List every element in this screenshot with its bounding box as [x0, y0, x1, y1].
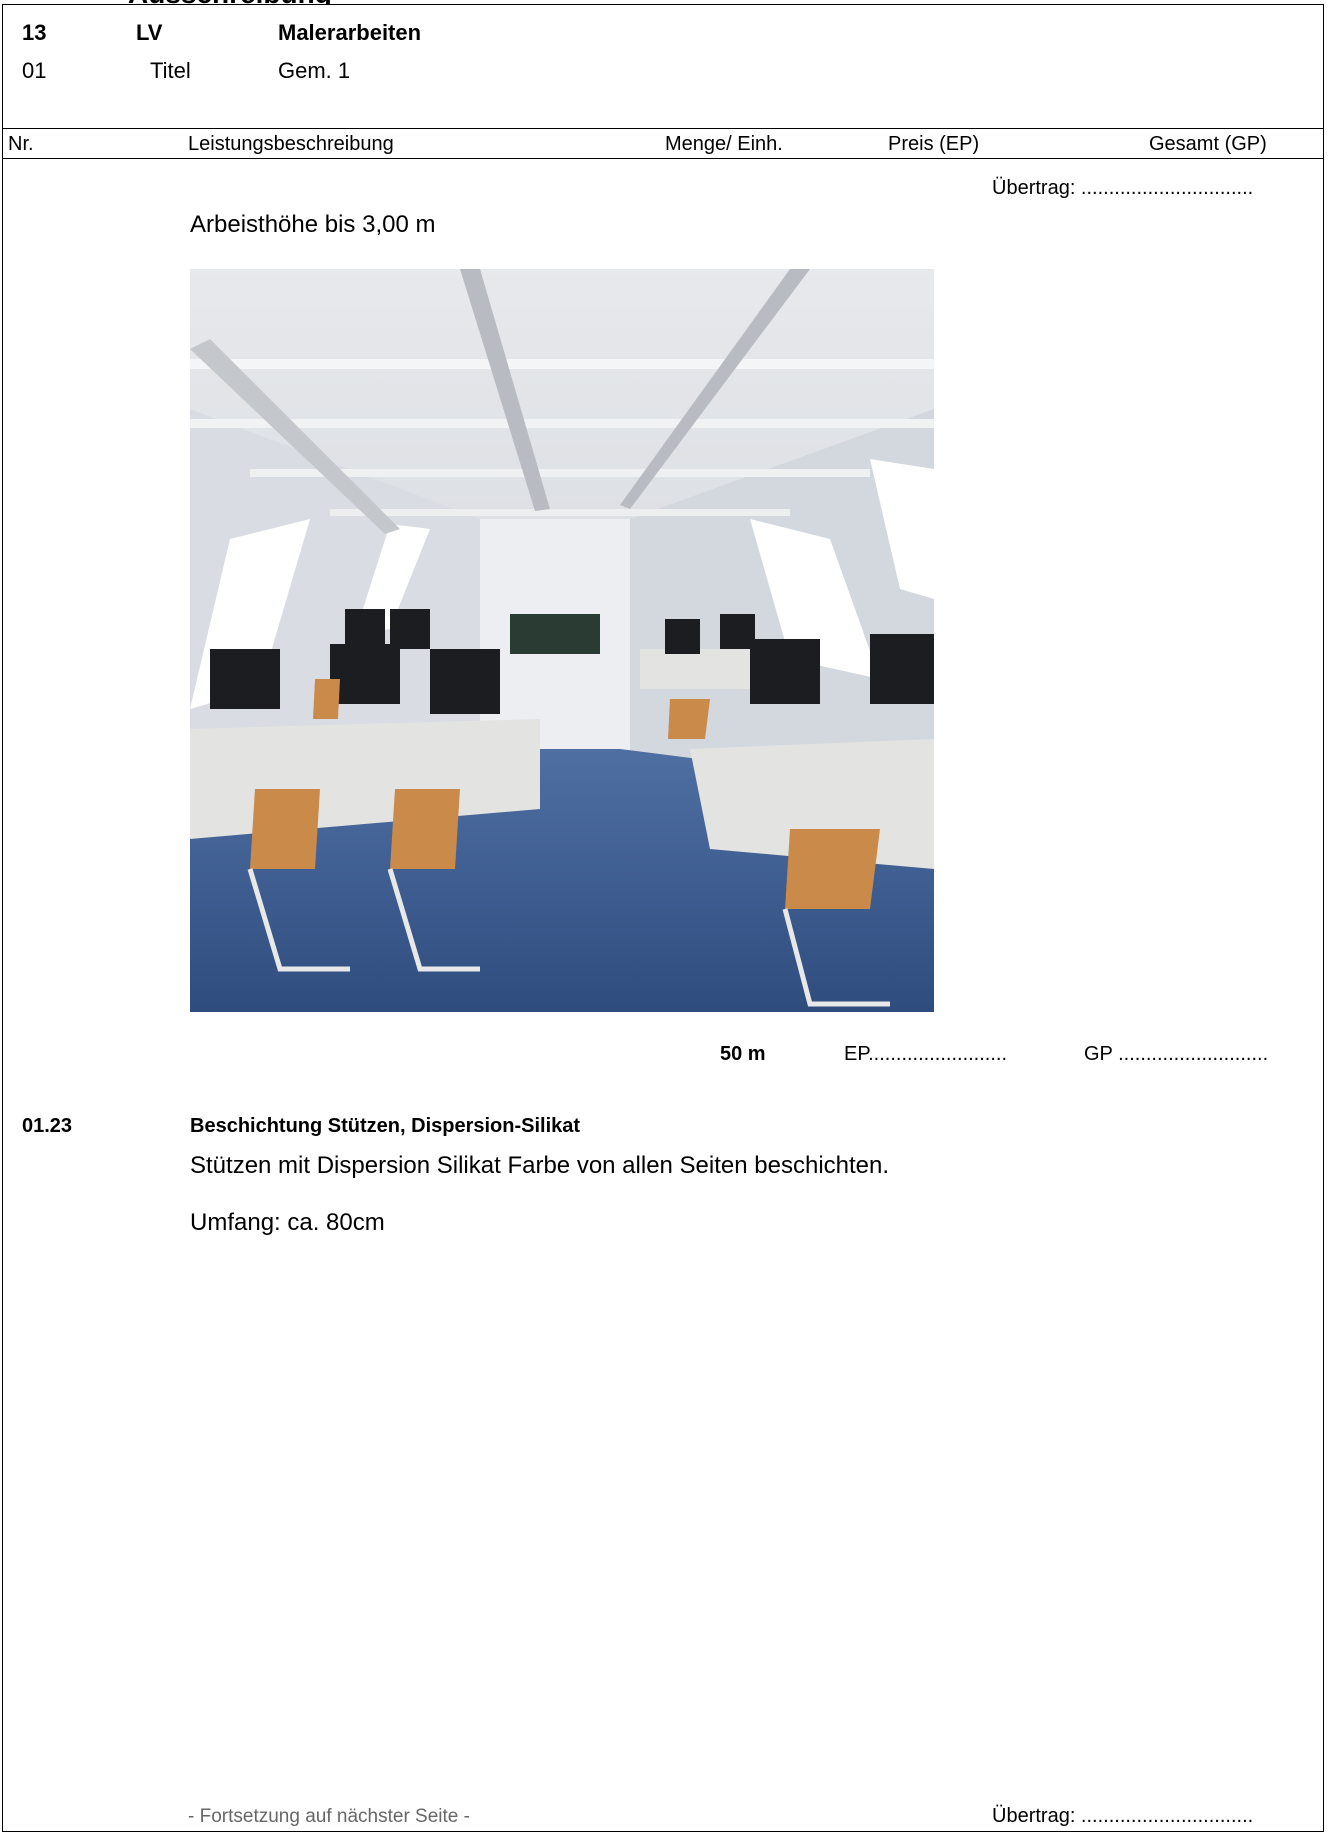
header-section-number: 13	[22, 20, 47, 45]
carry-over-bottom: Übertrag: ..............................…	[992, 1805, 1254, 1827]
header-divider-bottom	[2, 158, 1324, 159]
carry-over-top: Übertrag: ..............................…	[992, 177, 1254, 199]
position-quantity: 50 m	[720, 1043, 766, 1065]
header-title-name: Gem. 1	[278, 58, 351, 83]
position-scope: Umfang: ca. 80cm	[190, 1209, 385, 1236]
header-title-type: Titel	[150, 58, 191, 83]
position-total-price-line: GP ...........................	[1084, 1043, 1269, 1065]
position-note: Arbeisthöhe bis 3,00 m	[190, 211, 436, 238]
position-number: 01.23	[22, 1115, 73, 1137]
room-photo	[190, 269, 934, 1012]
column-header-nr: Nr.	[8, 133, 34, 155]
header-divider-top	[2, 128, 1324, 129]
continuation-note: - Fortsetzung auf nächster Seite -	[188, 1806, 470, 1827]
column-header-unit-price: Preis (EP)	[888, 133, 980, 155]
header-title-number: 01	[22, 58, 47, 83]
column-header-description: Leistungsbeschreibung	[188, 133, 394, 155]
column-header-total: Gesamt (GP)	[1149, 133, 1267, 155]
position-title: Beschichtung Stützen, Dispersion-Silikat	[190, 1115, 581, 1137]
column-header-quantity: Menge/ Einh.	[665, 133, 783, 155]
position-unit-price-line: EP.........................	[844, 1043, 1008, 1065]
position-description: Stützen mit Dispersion Silikat Farbe von…	[190, 1152, 890, 1179]
header-section-type: LV	[136, 20, 163, 45]
header-section-title: Malerarbeiten	[278, 20, 422, 45]
